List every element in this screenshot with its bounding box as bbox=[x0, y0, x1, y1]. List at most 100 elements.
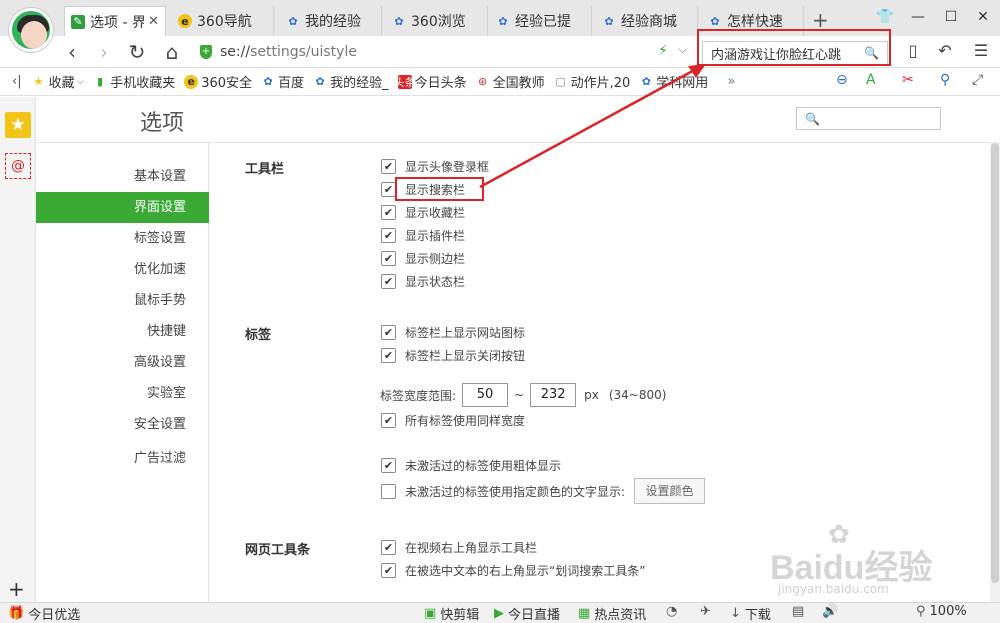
option-video-toolbar[interactable]: ✔ 在视频右上角显示工具栏 bbox=[381, 539, 537, 556]
star-icon: ★ bbox=[33, 75, 44, 88]
menu-icon[interactable]: ☰ bbox=[970, 40, 992, 62]
bookmark-favorites[interactable]: ★ 收藏 ⌵ bbox=[32, 72, 85, 91]
tab-360-nav[interactable]: e 360导航 bbox=[172, 6, 274, 36]
back-button[interactable]: ‹ bbox=[60, 40, 84, 64]
nav-basic-settings[interactable]: 基本设置 bbox=[36, 161, 209, 192]
avatar[interactable] bbox=[9, 8, 53, 52]
option-show-plugin-bar[interactable]: ✔ 显示插件栏 bbox=[381, 227, 465, 244]
forward-button[interactable]: › bbox=[92, 40, 116, 64]
nav-ui-settings[interactable]: 界面设置 bbox=[36, 192, 209, 223]
status-sound[interactable]: 🔊 bbox=[822, 604, 842, 619]
option-same-width[interactable]: ✔ 所有标签使用同样宽度 bbox=[381, 412, 525, 429]
checkbox-checked[interactable]: ✔ bbox=[381, 274, 396, 289]
tab-experience-mall[interactable]: ✿ 经验商城 bbox=[596, 6, 698, 36]
bookmark-mobile-favorites[interactable]: ▮ 手机收藏夹 bbox=[93, 72, 175, 91]
tab-width-min-input[interactable]: 50 bbox=[462, 383, 509, 407]
page-title: 选项 bbox=[140, 111, 185, 136]
home-button[interactable]: ⌂ bbox=[160, 40, 184, 64]
nav-optimize[interactable]: 优化加速 bbox=[36, 254, 209, 285]
expand-icon[interactable]: ⤢ bbox=[972, 72, 983, 88]
add-sidebar-item-icon[interactable]: + bbox=[8, 577, 25, 601]
baidu-paw-icon: ✿ bbox=[288, 14, 298, 28]
tab-my-experience[interactable]: ✿ 我的经验 bbox=[280, 6, 382, 36]
option-label: 标签栏上显示网站图标 bbox=[405, 326, 526, 340]
checkbox-checked[interactable]: ✔ bbox=[381, 325, 396, 340]
status-speed[interactable]: ◔ bbox=[666, 604, 681, 619]
refresh-button[interactable]: ↻ bbox=[125, 40, 149, 64]
nav-lab[interactable]: 实验室 bbox=[36, 378, 209, 409]
scissors-icon[interactable]: ✂ bbox=[902, 72, 914, 88]
shield-icon: + bbox=[200, 45, 212, 59]
status-live[interactable]: ▶ 今日直播 bbox=[494, 604, 560, 623]
option-bold-inactive[interactable]: ✔ 未激活过的标签使用粗体显示 bbox=[381, 457, 561, 474]
status-zoom[interactable]: ⚲ 100% bbox=[916, 604, 967, 619]
minimize-button[interactable]: — bbox=[907, 6, 929, 28]
undo-icon[interactable]: ↶ bbox=[934, 40, 956, 62]
status-accelerate[interactable]: ✈ bbox=[700, 604, 715, 619]
status-today-picks[interactable]: 🎁 今日优选 bbox=[8, 604, 80, 623]
chevron-down-icon[interactable]: ⌵ bbox=[678, 42, 687, 57]
mobile-icon[interactable]: ▯ bbox=[902, 40, 924, 62]
address-bar[interactable]: + se://settings/uistyle bbox=[200, 40, 690, 64]
bookmark-baidu[interactable]: ✿ 百度 bbox=[261, 72, 304, 91]
close-window-button[interactable]: ✕ bbox=[972, 6, 994, 28]
url-host: se:// bbox=[220, 44, 251, 60]
checkbox-checked[interactable]: ✔ bbox=[381, 540, 396, 555]
bookmark-toutiao[interactable]: 头条 今日头条 bbox=[394, 72, 467, 91]
option-tab-close-button[interactable]: ✔ 标签栏上显示关闭按钮 bbox=[381, 347, 525, 364]
nav-ad-filter[interactable]: 广告过滤 bbox=[36, 443, 209, 474]
status-quick-edit[interactable]: ▣ 快剪辑 bbox=[424, 604, 479, 623]
checkbox-checked[interactable]: ✔ bbox=[381, 205, 396, 220]
set-color-button[interactable]: 设置颜色 bbox=[634, 478, 706, 504]
skin-icon[interactable]: 👕 bbox=[874, 6, 896, 28]
option-show-favorites-bar[interactable]: ✔ 显示收藏栏 bbox=[381, 204, 465, 221]
checkbox-checked[interactable]: ✔ bbox=[381, 413, 396, 428]
checkbox-unchecked[interactable] bbox=[381, 483, 396, 499]
checkbox-checked[interactable]: ✔ bbox=[381, 563, 396, 578]
bookmark-movies[interactable]: ▢ 动作片,20 bbox=[554, 72, 630, 91]
tab-experience-submitted[interactable]: ✿ 经验已提 bbox=[490, 6, 592, 36]
bookmark-my-experience[interactable]: ✿ 我的经验_ bbox=[313, 72, 388, 91]
option-tab-favicon[interactable]: ✔ 标签栏上显示网站图标 bbox=[381, 324, 525, 341]
option-selection-search-toolbar[interactable]: ✔ 在被选中文本的右上角显示“划词搜索工具条” bbox=[381, 562, 645, 579]
option-show-status-bar[interactable]: ✔ 显示状态栏 bbox=[381, 273, 465, 290]
checkbox-checked[interactable]: ✔ bbox=[381, 159, 396, 174]
status-view[interactable]: ▤ bbox=[792, 604, 808, 619]
tab-360-browser[interactable]: ✿ 360浏览 bbox=[386, 6, 488, 36]
nav-shortcuts[interactable]: 快捷键 bbox=[36, 316, 209, 347]
minus-circle-icon[interactable]: ⊖ bbox=[836, 72, 848, 88]
option-show-sidebar[interactable]: ✔ 显示侧边栏 bbox=[381, 250, 465, 267]
tab-width-max-input[interactable]: 232 bbox=[530, 383, 577, 407]
status-hot-news[interactable]: ▦ 热点资讯 bbox=[578, 604, 646, 623]
close-icon[interactable]: ✕ bbox=[148, 14, 159, 29]
bookmark-teachers[interactable]: ⊛ 全国教师 bbox=[476, 72, 545, 91]
nav-security[interactable]: 安全设置 bbox=[36, 409, 209, 440]
option-color-inactive[interactable]: 未激活过的标签使用指定颜色的文字显示: 设置颜色 bbox=[381, 478, 706, 504]
scrollbar-thumb[interactable] bbox=[991, 143, 999, 583]
collapse-sidebar-icon[interactable]: ‹| bbox=[12, 74, 22, 89]
translate-icon[interactable]: A bbox=[866, 72, 876, 88]
nav-mouse-gestures[interactable]: 鼠标手势 bbox=[36, 285, 209, 316]
mail-icon[interactable]: @ bbox=[5, 153, 31, 179]
nav-advanced[interactable]: 高级设置 bbox=[36, 347, 209, 378]
checkbox-checked[interactable]: ✔ bbox=[381, 348, 396, 363]
option-show-avatar-login[interactable]: ✔ 显示头像登录框 bbox=[381, 158, 489, 175]
magnifier-icon[interactable]: ⚲ bbox=[940, 72, 950, 88]
checkbox-checked[interactable]: ✔ bbox=[381, 251, 396, 266]
checkbox-checked[interactable]: ✔ bbox=[381, 182, 396, 197]
annotation-highlight-option bbox=[395, 177, 484, 201]
status-label: 热点资讯 bbox=[594, 608, 647, 623]
favorites-star-icon[interactable]: ★ bbox=[5, 112, 31, 138]
more-bookmarks-icon[interactable]: » bbox=[727, 74, 735, 89]
baidu-paw-icon: ✿ bbox=[641, 75, 651, 88]
bookmark-360-security[interactable]: e 360安全 bbox=[184, 72, 252, 91]
status-download[interactable]: ↓ 下载 bbox=[730, 604, 771, 623]
checkbox-checked[interactable]: ✔ bbox=[381, 458, 396, 473]
checkbox-checked[interactable]: ✔ bbox=[381, 228, 396, 243]
bookmark-xueke[interactable]: ✿ 学科网用 bbox=[639, 72, 709, 91]
tab-options[interactable]: ✎ 选项 - 界 ✕ bbox=[64, 6, 166, 36]
options-search-input[interactable]: 🔍 bbox=[796, 107, 941, 130]
maximize-button[interactable]: ☐ bbox=[940, 6, 962, 28]
nav-tab-settings[interactable]: 标签设置 bbox=[36, 223, 209, 254]
lightning-icon[interactable]: ⚡ bbox=[658, 43, 668, 59]
